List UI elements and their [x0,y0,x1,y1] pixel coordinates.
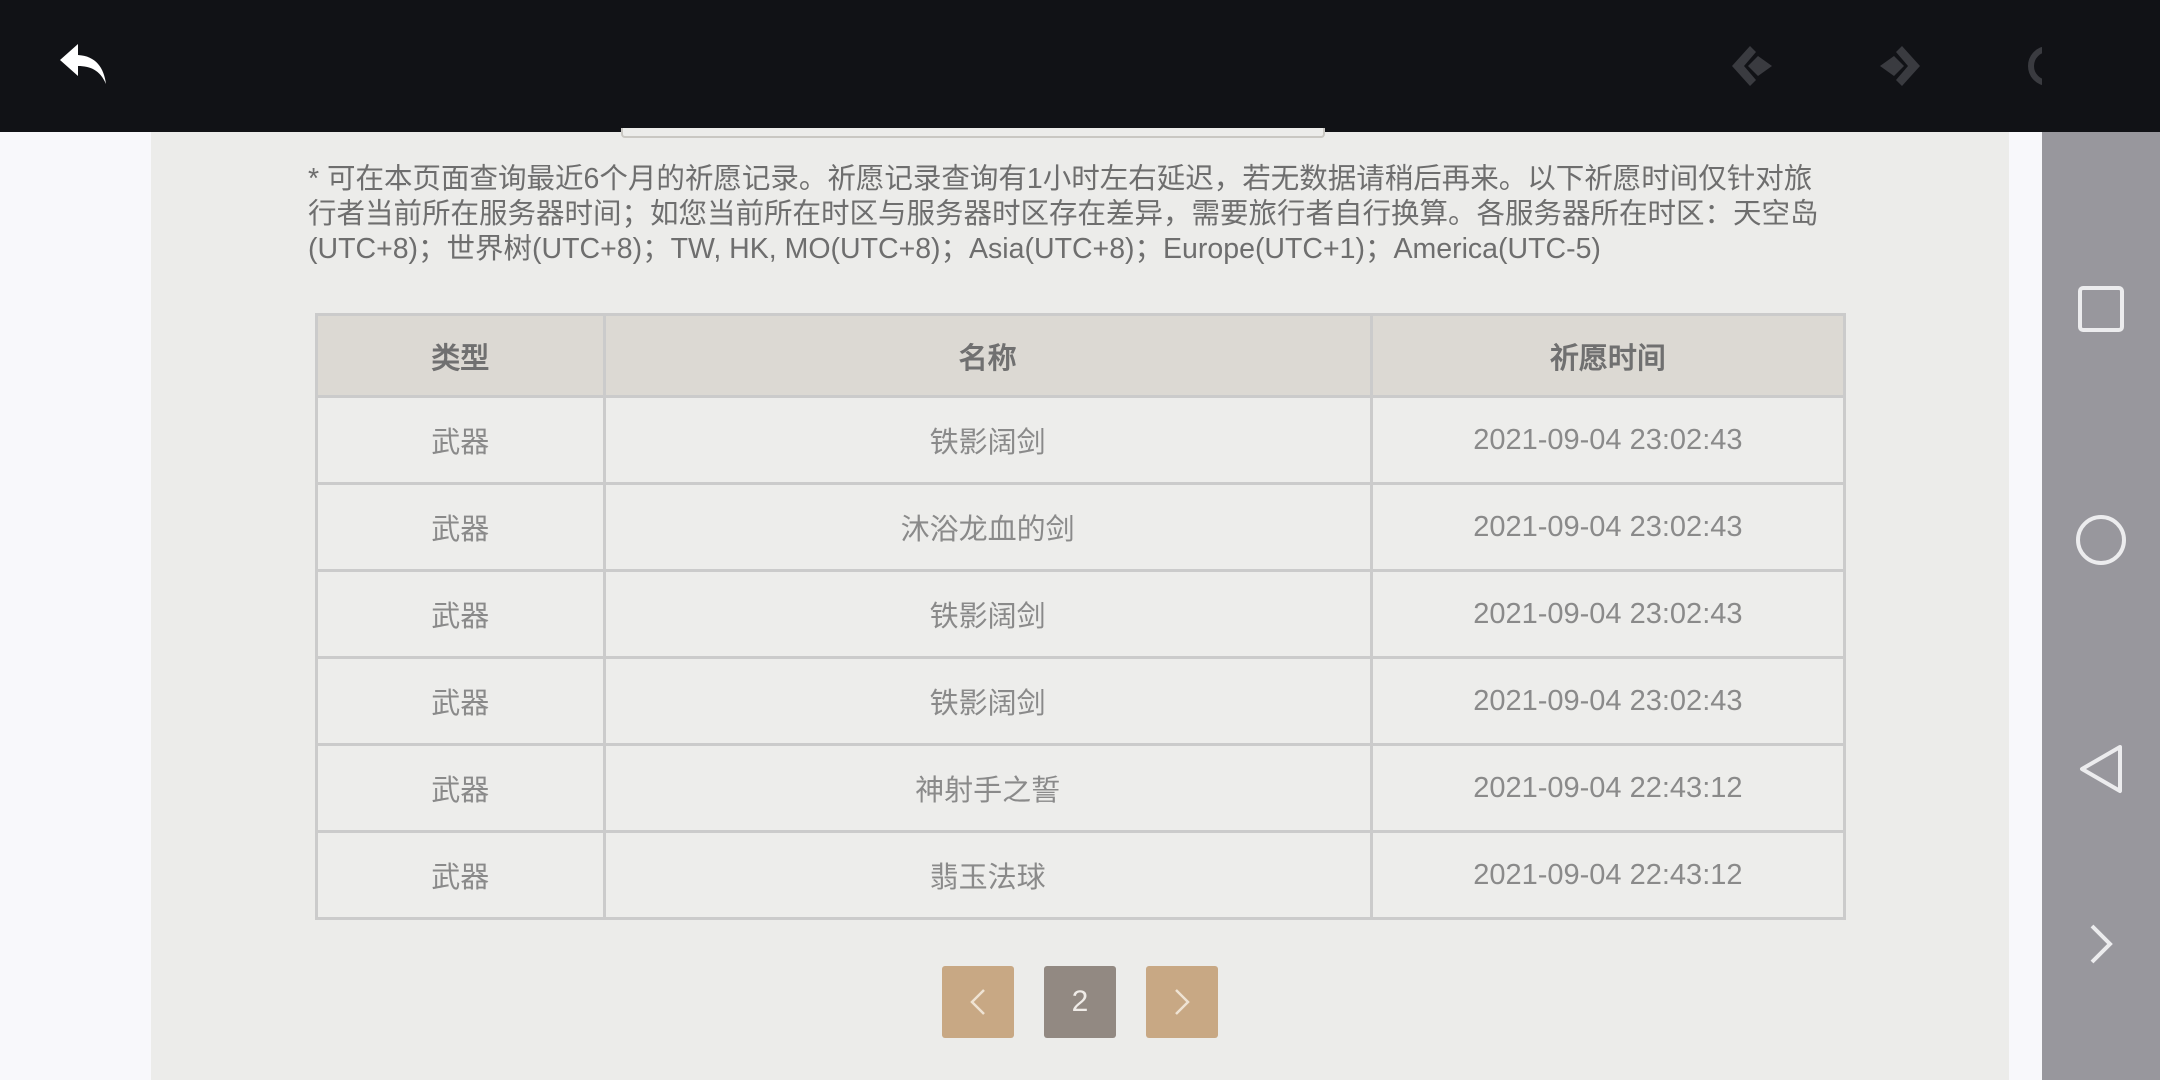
cell-type: 武器 [315,395,606,485]
home-button[interactable] [2059,498,2143,582]
chevron-right-icon [1175,989,1190,1015]
cell-type: 武器 [315,743,606,833]
query-notice: * 可在本页面查询最近6个月的祈愿记录。祈愿记录查询有1小时左右延迟，若无数据请… [308,163,1819,265]
pagination-next-button[interactable] [1146,966,1218,1038]
chevron-left-icon [970,989,985,1015]
cell-time: 2021-09-04 23:02:43 [1369,395,1847,485]
next-page-nav-button[interactable] [1864,30,1936,102]
cell-name: 铁影阔剑 [602,569,1373,659]
prev-diamond-icon [1732,46,1772,86]
cell-type: 武器 [315,569,606,659]
browser-toolbar [0,0,2068,132]
cell-time: 2021-09-04 23:02:43 [1369,569,1847,659]
chevron-right-icon [2090,924,2113,964]
cell-time: 2021-09-04 23:02:43 [1369,482,1847,572]
recent-apps-button[interactable] [2059,267,2143,351]
header-time: 祈愿时间 [1369,313,1847,398]
tab-remnant [621,128,1325,138]
pagination-prev-button[interactable] [942,966,1014,1038]
prev-page-nav-button[interactable] [1716,30,1788,102]
wish-history-panel: * 可在本页面查询最近6个月的祈愿记录。祈愿记录查询有1小时左右延迟，若无数据请… [151,128,2009,1080]
cell-name: 铁影阔剑 [602,395,1373,485]
cell-name: 沐浴龙血的剑 [602,482,1373,572]
cell-name: 铁影阔剑 [602,656,1373,746]
table-row: 武器 翡玉法球 2021-09-04 22:43:12 [315,830,1847,920]
header-name: 名称 [602,313,1373,398]
system-navigation-bar [2042,0,2160,1080]
cell-name: 神射手之誓 [602,743,1373,833]
table-row: 武器 神射手之誓 2021-09-04 22:43:12 [315,743,1847,833]
cell-time: 2021-09-04 22:43:12 [1369,830,1847,920]
next-diamond-icon [1880,46,1920,86]
back-arrow-icon [60,44,106,84]
pagination-current-page[interactable]: 2 [1044,966,1116,1038]
table-row: 武器 铁影阔剑 2021-09-04 23:02:43 [315,656,1847,746]
table-row: 武器 铁影阔剑 2021-09-04 23:02:43 [315,569,1847,659]
cell-type: 武器 [315,830,606,920]
cell-time: 2021-09-04 22:43:12 [1369,743,1847,833]
back-button[interactable] [48,30,120,102]
header-type: 类型 [315,313,606,398]
cell-name: 翡玉法球 [602,830,1373,920]
triangle-back-icon [2080,745,2122,793]
table-header-row: 类型 名称 祈愿时间 [315,313,1847,398]
table-row: 武器 铁影阔剑 2021-09-04 23:02:43 [315,395,1847,485]
wish-records-table: 类型 名称 祈愿时间 武器 铁影阔剑 2021-09-04 23:02:43 武… [315,313,1847,920]
table-row: 武器 沐浴龙血的剑 2021-09-04 23:02:43 [315,482,1847,572]
cell-type: 武器 [315,482,606,572]
cell-time: 2021-09-04 23:02:43 [1369,656,1847,746]
cell-type: 武器 [315,656,606,746]
square-icon [2078,286,2124,332]
expand-button[interactable] [2059,902,2143,986]
system-back-button[interactable] [2059,727,2143,811]
circle-icon [2076,515,2126,565]
